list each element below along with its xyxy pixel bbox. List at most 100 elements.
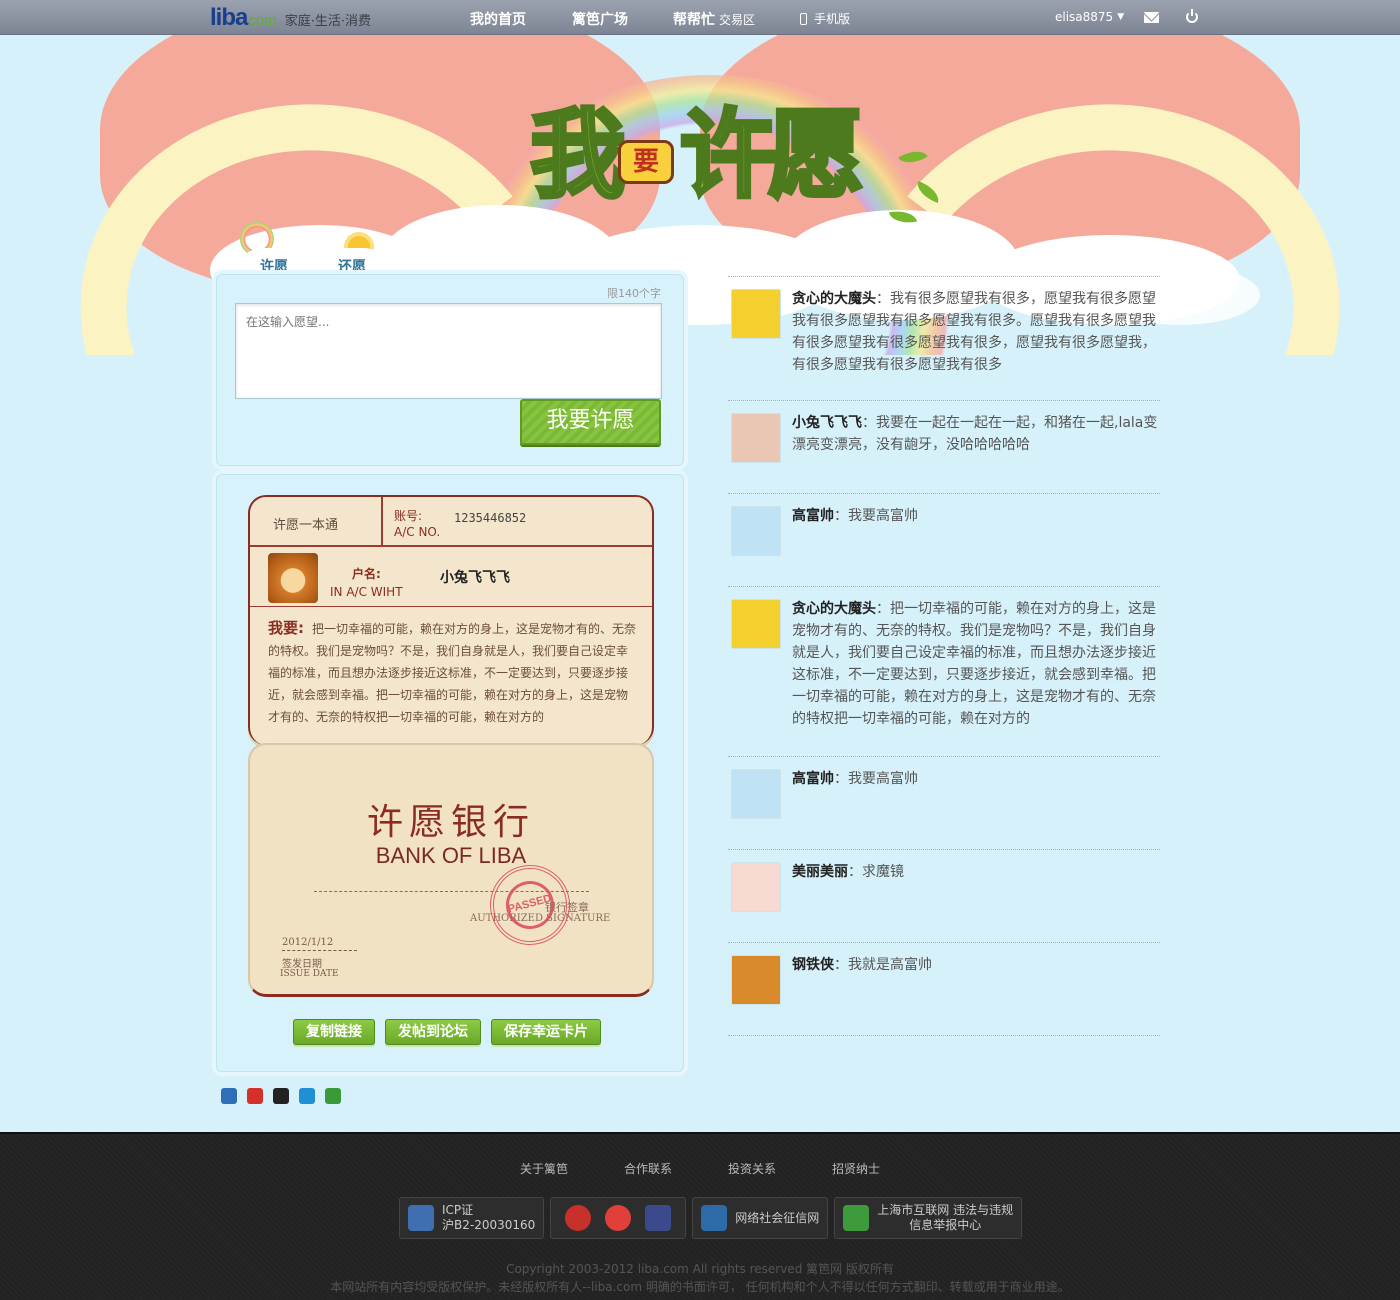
wish-list-item: 钢铁侠：我就是高富帅 bbox=[728, 942, 1160, 1035]
nav-my-home[interactable]: 我的首页 bbox=[470, 9, 526, 29]
avatar[interactable] bbox=[731, 289, 781, 339]
save-card-button[interactable]: 保存幸运卡片 bbox=[491, 1019, 601, 1045]
leaf-icon bbox=[888, 207, 918, 227]
wish-text: 贪心的大魔头：我有很多愿望我有很多，愿望我有很多愿望我有很多愿望我有很多愿望我有… bbox=[792, 288, 1160, 376]
weibo-icon[interactable] bbox=[247, 1088, 263, 1104]
wisher-name[interactable]: 美丽美丽 bbox=[792, 864, 848, 880]
wish-colon: ： bbox=[876, 601, 890, 617]
police-emblem-icon bbox=[565, 1205, 592, 1231]
wish-list-item: 贪心的大魔头：把一切幸福的可能，赖在对方的身上，这是宠物才有的、无奈的特权。我们… bbox=[728, 586, 1160, 756]
make-wish-button[interactable]: 我要许愿 bbox=[520, 399, 661, 445]
wisher-name[interactable]: 钢铁侠 bbox=[792, 957, 834, 973]
passbook-holder-row: 户名: IN A/C WIHT 小兔飞飞飞 bbox=[250, 549, 652, 607]
report-badge[interactable]: 上海市互联网 违法与违规 信息举报中心 bbox=[834, 1197, 1023, 1239]
top-bar: liba com 家庭·生活·消费 我的首页 篱笆广场 帮帮忙 交易区 手机版 e… bbox=[0, 0, 1400, 35]
holder-label-cn: 户名: bbox=[352, 567, 381, 581]
phone-icon bbox=[800, 12, 807, 25]
badge-line: 沪B2-20030160 bbox=[442, 1218, 536, 1232]
wish-list-item: 小兔飞飞飞：我要在一起在一起在一起，和猪在一起,lala变漂亮变漂亮，没有龅牙，… bbox=[728, 400, 1160, 493]
footer-link[interactable]: 合作联系 bbox=[624, 1160, 672, 1177]
title-right: 许愿 bbox=[678, 98, 866, 212]
banner: 我 要 许愿 bbox=[0, 35, 1400, 355]
wisher-name[interactable]: 高富帅 bbox=[792, 508, 834, 524]
divider bbox=[381, 497, 383, 547]
footer-link[interactable]: 关于篱笆 bbox=[520, 1160, 568, 1177]
title-middle: 要 bbox=[618, 140, 674, 184]
tab-label: 许愿 bbox=[260, 259, 288, 275]
wish-list-item: 高富帅：我要高富帅 bbox=[728, 493, 1160, 586]
post-to-forum-button[interactable]: 发帖到论坛 bbox=[385, 1019, 481, 1045]
qq-icon[interactable] bbox=[273, 1088, 289, 1104]
badge-line: 信息举报中心 bbox=[909, 1218, 982, 1232]
footer-links: 关于篱笆 合作联系 投资关系 招贤纳士 bbox=[0, 1160, 1400, 1177]
wish-input[interactable] bbox=[235, 303, 662, 399]
avatar[interactable] bbox=[731, 955, 781, 1005]
tab-label: 还愿 bbox=[338, 259, 366, 275]
copyright-notice: 本网站所有内容均受版权保护。未经版权所有人--liba.com 明确的书面许可，… bbox=[330, 1280, 1070, 1294]
avatar[interactable] bbox=[731, 769, 781, 819]
nav-label: 帮帮忙 bbox=[673, 12, 715, 28]
mail-icon[interactable] bbox=[1144, 12, 1159, 23]
wish-colon: ： bbox=[834, 508, 848, 524]
icp-icon bbox=[408, 1205, 434, 1231]
wish-content: 我要高富帅 bbox=[848, 508, 918, 524]
kaixin-icon[interactable] bbox=[325, 1088, 341, 1104]
wisher-name[interactable]: 小兔飞飞飞 bbox=[792, 415, 862, 431]
card-actions: 复制链接 发帖到论坛 保存幸运卡片 bbox=[293, 1019, 601, 1045]
username: elisa8875 bbox=[1055, 10, 1114, 24]
user-menu[interactable]: elisa8875 ▼ bbox=[1055, 10, 1124, 24]
nav-help[interactable]: 帮帮忙 交易区 bbox=[673, 9, 755, 29]
copy-link-button[interactable]: 复制链接 bbox=[293, 1019, 375, 1045]
qzone-icon[interactable] bbox=[299, 1088, 315, 1104]
wisher-name[interactable]: 贪心的大魔头 bbox=[792, 601, 876, 617]
footer: 关于篱笆 合作联系 投资关系 招贤纳士 ICP证 沪B2-20030160 网络社会征信… bbox=[0, 1132, 1400, 1300]
mobile-link[interactable]: 手机版 bbox=[800, 10, 850, 27]
report-text: 上海市互联网 违法与违规 信息举报中心 bbox=[877, 1203, 1013, 1233]
footer-link[interactable]: 投资关系 bbox=[728, 1160, 776, 1177]
report-icon bbox=[843, 1205, 870, 1231]
list-divider bbox=[728, 1035, 1160, 1036]
title-left: 我 bbox=[528, 98, 628, 212]
leaf-icon bbox=[913, 180, 943, 204]
avatar[interactable] bbox=[731, 599, 781, 649]
copyright: Copyright 2003-2012 liba.com All rights … bbox=[0, 1260, 1400, 1296]
avatar[interactable] bbox=[731, 506, 781, 556]
wisher-name[interactable]: 高富帅 bbox=[792, 771, 834, 787]
wish-text: 高富帅：我要高富帅 bbox=[792, 768, 1160, 790]
net-police-icon bbox=[605, 1205, 632, 1231]
badge-line: 网络社会征信网 bbox=[735, 1210, 820, 1225]
avatar[interactable] bbox=[731, 413, 781, 463]
wish-card-panel: 许愿一本通 账号: A/C NO. 1235446852 户名: IN A/C WI… bbox=[216, 474, 684, 1072]
issue-date-label-cn: 签发日期 bbox=[282, 959, 322, 970]
wish-list-item: 贪心的大魔头：我有很多愿望我有很多，愿望我有很多愿望我有很多愿望我有很多愿望我有… bbox=[728, 276, 1160, 400]
wish-colon: ： bbox=[876, 291, 890, 307]
passbook-header-row: 许愿一本通 账号: A/C NO. 1235446852 bbox=[250, 497, 652, 547]
nav-liba-plaza[interactable]: 篱笆广场 bbox=[572, 9, 628, 29]
wish-text: 高富帅：我要高富帅 bbox=[792, 505, 1160, 527]
wish-colon: ： bbox=[862, 415, 876, 431]
issue-date: 2012/1/12 bbox=[282, 937, 357, 951]
icp-text: ICP证 沪B2-20030160 bbox=[442, 1203, 535, 1233]
wish-colon: ： bbox=[834, 771, 848, 787]
icp-badge[interactable]: ICP证 沪B2-20030160 bbox=[399, 1197, 545, 1239]
footer-link[interactable]: 招贤纳士 bbox=[832, 1160, 880, 1177]
nav-sub-trade: 交易区 bbox=[719, 13, 756, 27]
credit-badge[interactable]: 网络社会征信网 bbox=[692, 1197, 829, 1239]
footer-badges: ICP证 沪B2-20030160 网络社会征信网 上海市互联网 违法与违规 信息举… bbox=[399, 1197, 1023, 1239]
chevron-down-icon: ▼ bbox=[1117, 12, 1125, 22]
card-wish-text: 我要: 把一切幸福的可能，赖在对方的身上，这是宠物才有的、无奈的特权。我们是宠物吗… bbox=[268, 617, 638, 728]
wisher-name[interactable]: 贪心的大魔头 bbox=[792, 291, 876, 307]
renren-icon[interactable] bbox=[221, 1088, 237, 1104]
police-badges[interactable] bbox=[550, 1197, 687, 1239]
account-label-en: A/C NO. bbox=[394, 525, 441, 539]
wish-content: 我就是高富帅 bbox=[848, 957, 932, 973]
passbook-bottom: 许愿银行 BANK OF LIBA 银行签章 AUTHORIZED SIGNAT… bbox=[248, 743, 654, 997]
wish-text: 美丽美丽：求魔镜 bbox=[792, 861, 1160, 883]
wish-colon: ： bbox=[834, 957, 848, 973]
wish-list-item: 美丽美丽：求魔镜 bbox=[728, 849, 1160, 942]
holder-label: 户名: IN A/C WIHT bbox=[330, 565, 403, 601]
logout-icon[interactable] bbox=[1186, 9, 1198, 23]
wish-label: 我要: bbox=[268, 619, 304, 637]
avatar[interactable] bbox=[731, 862, 781, 912]
liba-logo[interactable]: liba com 家庭·生活·消费 bbox=[210, 6, 371, 30]
